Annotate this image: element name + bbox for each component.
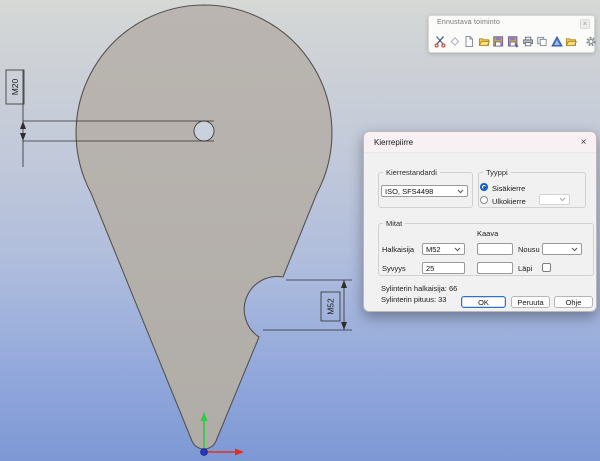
origin-point bbox=[201, 449, 208, 456]
pitch-label: Nousu bbox=[518, 245, 540, 254]
dimension-m52-label: M52 bbox=[326, 298, 336, 315]
internal-thread-label: Sisäkierre bbox=[492, 184, 525, 193]
diameter-value: M52 bbox=[426, 245, 441, 254]
cylinder-diameter-info: Sylinterin halkaisija: 66 bbox=[381, 284, 457, 293]
part-shape[interactable] bbox=[76, 5, 332, 449]
toolbar-close-button[interactable]: × bbox=[580, 19, 590, 29]
depth-field[interactable] bbox=[422, 262, 465, 274]
part-hole[interactable] bbox=[194, 121, 214, 141]
save-icon[interactable] bbox=[492, 35, 504, 48]
arrow-down-icon bbox=[341, 322, 347, 330]
library-folder-icon[interactable] bbox=[565, 35, 577, 48]
pitch-combo[interactable] bbox=[542, 243, 582, 255]
internal-thread-radio[interactable] bbox=[480, 183, 488, 191]
dialog-titlebar[interactable]: Kierrepiirre × bbox=[364, 132, 596, 153]
toolbar-icon-row bbox=[434, 35, 591, 48]
print-icon[interactable] bbox=[522, 35, 534, 48]
dialog-close-button[interactable]: × bbox=[577, 136, 590, 149]
external-thread-size-combo[interactable] bbox=[539, 194, 570, 205]
arrow-down-icon bbox=[20, 133, 26, 141]
ok-button[interactable]: OK bbox=[461, 296, 506, 308]
erase-icon[interactable] bbox=[449, 35, 461, 48]
thread-type-group-label: Tyyppi bbox=[483, 168, 511, 177]
thread-standard-combo[interactable]: ISO, SFS4498 bbox=[381, 185, 468, 197]
through-label: Läpi bbox=[518, 264, 532, 273]
dialog-title: Kierrepiirre bbox=[374, 138, 413, 147]
settings-gear-icon[interactable] bbox=[585, 35, 597, 48]
cut-icon[interactable] bbox=[434, 35, 446, 48]
formula-column-label: Kaava bbox=[477, 229, 498, 238]
toolbar-title: Ennustava toiminto bbox=[437, 19, 500, 26]
chevron-down-icon bbox=[559, 197, 566, 202]
thread-standard-value: ISO, SFS4498 bbox=[385, 187, 433, 196]
model-icon[interactable] bbox=[551, 35, 563, 48]
open-folder-icon[interactable] bbox=[478, 35, 490, 48]
thread-standard-group-label: Kierrestandardi bbox=[383, 168, 440, 177]
x-axis-arrow-icon bbox=[235, 449, 244, 456]
save-as-icon[interactable] bbox=[507, 35, 519, 48]
help-button[interactable]: Ohje bbox=[554, 296, 593, 308]
diameter-formula-field[interactable] bbox=[477, 243, 513, 255]
chevron-down-icon bbox=[454, 247, 461, 252]
chevron-down-icon bbox=[571, 247, 578, 252]
external-thread-label: Ulkokierre bbox=[492, 197, 526, 206]
diameter-combo[interactable]: M52 bbox=[422, 243, 465, 255]
arrow-up-icon bbox=[20, 121, 26, 129]
new-document-icon[interactable] bbox=[463, 35, 475, 48]
cylinder-length-info: Sylinterin pituus: 33 bbox=[381, 295, 446, 304]
cancel-button[interactable]: Peruuta bbox=[511, 296, 550, 308]
copy-icon[interactable] bbox=[536, 35, 548, 48]
dimension-m20-label: M20 bbox=[10, 78, 20, 95]
dimension-m52[interactable] bbox=[263, 280, 352, 330]
dimensions-group-label: Mitat bbox=[383, 219, 405, 228]
chevron-down-icon bbox=[457, 189, 464, 194]
thread-feature-dialog: Kierrepiirre × Kierrestandardi ISO, SFS4… bbox=[363, 131, 597, 312]
external-thread-radio[interactable] bbox=[480, 196, 488, 204]
predictive-action-toolbar: Ennustava toiminto × bbox=[428, 15, 595, 53]
depth-formula-field[interactable] bbox=[477, 262, 513, 274]
diameter-label: Halkaisija bbox=[382, 245, 414, 254]
arrow-up-icon bbox=[341, 280, 347, 288]
depth-label: Syvyys bbox=[382, 264, 406, 273]
through-checkbox[interactable] bbox=[542, 263, 551, 272]
